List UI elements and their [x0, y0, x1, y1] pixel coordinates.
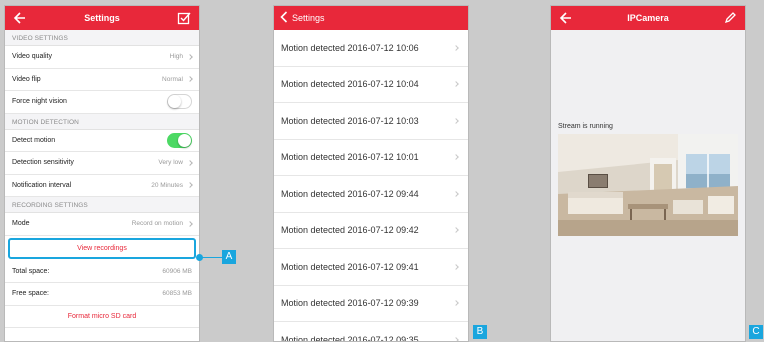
settings-row-value: Normal: [162, 75, 193, 83]
recording-item[interactable]: Motion detected 2016-07-12 09:39: [274, 286, 468, 322]
chevron-right-icon: [187, 53, 193, 60]
settings-row-label: Video flip: [12, 75, 41, 83]
view-recordings-button[interactable]: View recordings: [8, 237, 196, 259]
chevron-right-icon: [453, 263, 459, 270]
chevron-right-icon: [453, 300, 459, 307]
settings-row-value-text: 20 Minutes: [151, 181, 183, 189]
free-space-row: Free space: 60853 MB: [5, 283, 199, 306]
total-space-row: Total space: 60906 MB: [5, 261, 199, 283]
free-space-value: 60853 MB: [162, 290, 192, 298]
settings-row-label: Force night vision: [12, 98, 67, 106]
callout-label-c: C: [749, 325, 763, 339]
recording-item-label: Motion detected 2016-07-12 09:39: [281, 298, 419, 309]
recording-item[interactable]: Motion detected 2016-07-12 10:06: [274, 30, 468, 67]
settings-row-label: Notification interval: [12, 181, 72, 189]
chevron-right-icon: [453, 44, 459, 51]
toggle-switch[interactable]: [167, 132, 192, 148]
settings-row-value-text: Normal: [162, 75, 183, 83]
settings-row[interactable]: Notification interval 20 Minutes: [5, 175, 199, 197]
chevron-right-icon: [453, 117, 459, 124]
settings-row[interactable]: Video flip Normal: [5, 69, 199, 91]
settings-row-value: Very low: [158, 159, 193, 167]
recording-item-label: Motion detected 2016-07-12 09:35: [281, 334, 419, 342]
chevron-right-icon: [453, 190, 459, 197]
camera-stream-image[interactable]: [558, 134, 738, 236]
pencil-icon[interactable]: [723, 11, 737, 25]
recording-item[interactable]: Motion detected 2016-07-12 09:35: [274, 322, 468, 342]
free-space-label: Free space:: [12, 290, 49, 298]
settings-row[interactable]: Video quality High: [5, 46, 199, 69]
back-arrow-icon[interactable]: [13, 10, 27, 26]
page-title: Settings: [84, 13, 120, 23]
settings-row-value: High: [169, 53, 193, 61]
recording-item-label: Motion detected 2016-07-12 10:06: [281, 42, 419, 53]
format-sd-label: Format micro SD card: [67, 312, 137, 320]
total-space-label: Total space:: [12, 267, 50, 275]
chevron-right-icon: [453, 81, 459, 88]
chevron-right-icon: [453, 336, 459, 341]
checkbox-icon[interactable]: [177, 11, 191, 25]
chevron-right-icon: [187, 159, 193, 166]
settings-screen: Settings VIDEO SETTINGS Video quality High…: [4, 5, 200, 342]
total-space-value: 60906 MB: [162, 267, 192, 275]
settings-row-value: Record on motion: [131, 220, 193, 228]
recording-item[interactable]: Motion detected 2016-07-12 09:44: [274, 176, 468, 213]
camera-navbar: IPCamera: [551, 6, 745, 30]
recording-item[interactable]: Motion detected 2016-07-12 10:03: [274, 103, 468, 140]
section-header: RECORDING SETTINGS: [5, 197, 199, 213]
recordings-navbar: Settings: [274, 6, 468, 30]
back-label[interactable]: Settings: [292, 13, 325, 23]
view-recordings-label: View recordings: [77, 244, 127, 252]
settings-row[interactable]: Detect motion: [5, 130, 199, 152]
chevron-right-icon: [453, 154, 459, 161]
settings-row-value-text: Very low: [158, 159, 183, 167]
settings-list: VIDEO SETTINGS Video quality High Video fli…: [5, 30, 199, 236]
recording-item[interactable]: Motion detected 2016-07-12 09:41: [274, 249, 468, 286]
settings-row-label: Video quality: [12, 53, 52, 61]
toggle-switch[interactable]: [167, 94, 192, 110]
settings-row-value-text: Record on motion: [131, 220, 183, 228]
recording-item-label: Motion detected 2016-07-12 10:03: [281, 115, 419, 126]
chevron-right-icon: [453, 227, 459, 234]
recording-item-label: Motion detected 2016-07-12 10:04: [281, 79, 419, 90]
settings-row-value: 20 Minutes: [151, 181, 193, 189]
settings-row[interactable]: Force night vision: [5, 91, 199, 114]
settings-row-label: Detection sensitivity: [12, 159, 74, 167]
recording-item-label: Motion detected 2016-07-12 09:41: [281, 261, 419, 272]
settings-navbar: Settings: [5, 6, 199, 30]
settings-row-label: Detect motion: [12, 136, 56, 144]
chevron-right-icon: [187, 76, 193, 83]
camera-title: IPCamera: [627, 13, 669, 23]
section-header: VIDEO SETTINGS: [5, 30, 199, 46]
recording-item-label: Motion detected 2016-07-12 09:44: [281, 188, 419, 199]
settings-row-value-text: High: [169, 53, 183, 61]
recording-item[interactable]: Motion detected 2016-07-12 10:04: [274, 67, 468, 103]
format-sd-button[interactable]: Format micro SD card: [5, 306, 199, 328]
camera-screen: IPCamera Stream is running: [550, 5, 746, 342]
settings-row[interactable]: Mode Record on motion: [5, 213, 199, 236]
recording-item-label: Motion detected 2016-07-12 09:42: [281, 225, 419, 236]
stream-status: Stream is running: [558, 123, 613, 130]
recordings-list: Motion detected 2016-07-12 10:06 Motion d…: [274, 30, 468, 342]
callout-label-b: B: [473, 325, 487, 339]
settings-row-label: Mode: [12, 220, 30, 228]
back-arrow-icon[interactable]: [559, 10, 573, 26]
callout-label-a: A: [222, 250, 236, 264]
chevron-right-icon: [187, 220, 193, 227]
recording-item[interactable]: Motion detected 2016-07-12 10:01: [274, 140, 468, 176]
recording-item-label: Motion detected 2016-07-12 10:01: [281, 152, 419, 163]
back-chevron-icon[interactable]: [280, 11, 288, 25]
chevron-right-icon: [187, 182, 193, 189]
section-header: MOTION DETECTION: [5, 113, 199, 130]
recordings-screen: Settings Motion detected 2016-07-12 10:0…: [273, 5, 469, 342]
callout-line-a: [200, 257, 222, 258]
recording-item[interactable]: Motion detected 2016-07-12 09:42: [274, 213, 468, 249]
settings-row[interactable]: Detection sensitivity Very low: [5, 152, 199, 175]
